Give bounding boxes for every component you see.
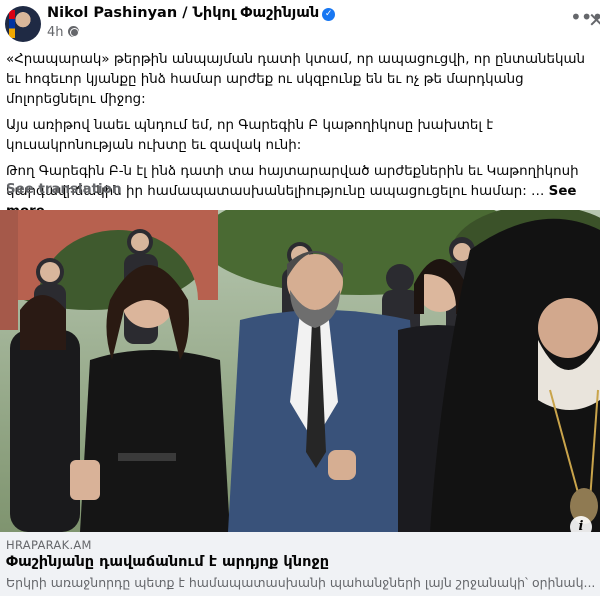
- post-meta: 4h: [47, 25, 79, 40]
- post-photo[interactable]: i: [0, 210, 600, 532]
- link-description: Երկրի առաջնորդը պետք է համապատասխանի պահ…: [6, 575, 596, 590]
- link-title[interactable]: Փաշինյանը դավաճանում է արդյոք կնոջը: [6, 554, 329, 570]
- post-paragraph: «Հրապարակ» թերթին անպայման դատի կտամ, որ…: [6, 52, 586, 107]
- close-icon[interactable]: ✕: [588, 10, 600, 30]
- post-paragraph: Այս առիթով նաեւ պնդում եմ, որ Գարեգին Բ …: [6, 118, 494, 153]
- more-options-button[interactable]: •••: [570, 7, 600, 30]
- link-domain: HRAPARAK.AM: [6, 538, 92, 552]
- author-name[interactable]: Nikol Pashinyan / Նիկոլ Փաշինյան ✓: [47, 5, 336, 21]
- post-text: «Հրապարակ» թերթին անպայման դատի կտամ, որ…: [6, 50, 596, 228]
- post-time[interactable]: 4h: [47, 25, 64, 40]
- info-icon[interactable]: i: [570, 516, 592, 532]
- flag-icon: [9, 10, 15, 38]
- verified-badge-icon: ✓: [322, 8, 336, 21]
- author-name-text[interactable]: Nikol Pashinyan / Նիկոլ Փաշինյան: [47, 5, 319, 21]
- post-header: Nikol Pashinyan / Նիկոլ Փաշինյան ✓ 4h •••…: [0, 0, 600, 46]
- see-translation-link[interactable]: See translation: [6, 182, 121, 197]
- avatar[interactable]: [5, 6, 41, 42]
- globe-icon: [67, 26, 79, 37]
- link-preview-card[interactable]: HRAPARAK.AM Փաշինյանը դավաճանում է արդյո…: [0, 532, 600, 596]
- photo-illustration: [0, 210, 600, 532]
